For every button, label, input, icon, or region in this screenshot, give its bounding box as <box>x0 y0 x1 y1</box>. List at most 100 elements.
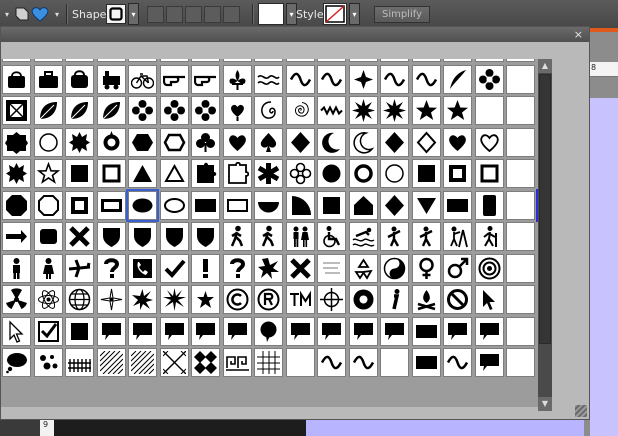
shape-cell[interactable] <box>474 285 504 314</box>
shape-cell[interactable] <box>128 253 157 283</box>
shape-cell[interactable] <box>254 64 283 94</box>
add-mode-icon[interactable] <box>166 5 183 23</box>
shape-cell[interactable] <box>159 127 189 157</box>
chevron-down-icon[interactable]: ▾ <box>2 4 12 24</box>
shape-cell[interactable] <box>506 159 535 188</box>
shape-cell[interactable] <box>33 127 63 157</box>
shape-cell[interactable] <box>285 59 315 62</box>
shape-cell[interactable] <box>159 64 189 94</box>
shape-dropdown-button[interactable]: ▾ <box>128 3 139 25</box>
shape-cell[interactable] <box>380 253 409 283</box>
shape-cell[interactable] <box>33 64 63 94</box>
shape-cell[interactable] <box>348 348 378 377</box>
shape-cell[interactable] <box>285 348 315 377</box>
shape-cell[interactable] <box>222 59 252 62</box>
shape-cell[interactable] <box>317 253 346 283</box>
shape-cell[interactable] <box>285 253 315 283</box>
shape-cell[interactable] <box>33 190 63 220</box>
shape-cell[interactable] <box>65 159 94 188</box>
shape-cell[interactable] <box>222 348 252 377</box>
shape-cell[interactable] <box>317 64 346 94</box>
shape-cell[interactable] <box>506 127 535 157</box>
tool-dropdown[interactable]: ▾ <box>52 0 62 28</box>
shape-cell[interactable] <box>128 64 157 94</box>
shape-cell[interactable] <box>348 316 378 346</box>
shape-preview[interactable] <box>106 4 126 24</box>
shape-cell[interactable] <box>96 253 126 283</box>
shape-cell[interactable] <box>254 127 283 157</box>
shape-cell[interactable] <box>65 253 94 283</box>
shape-cell[interactable] <box>222 96 252 125</box>
shape-cell[interactable] <box>222 127 252 157</box>
shape-cell[interactable] <box>254 59 283 62</box>
shape-cell[interactable] <box>380 348 409 377</box>
shape-cell[interactable] <box>443 96 472 125</box>
shape-cell[interactable] <box>128 96 157 125</box>
shape-cell[interactable] <box>411 253 441 283</box>
style-preview[interactable] <box>323 3 347 25</box>
shape-cell[interactable] <box>317 316 346 346</box>
shape-cell[interactable] <box>506 222 535 251</box>
shape-cell[interactable] <box>191 127 220 157</box>
shape-cell[interactable] <box>254 316 283 346</box>
shape-cell[interactable] <box>474 348 504 377</box>
shape-cell[interactable] <box>348 285 378 314</box>
shape-cell[interactable] <box>33 96 63 125</box>
shape-cell[interactable] <box>254 253 283 283</box>
shape-cell[interactable] <box>506 96 535 125</box>
scroll-thumb[interactable] <box>539 74 551 344</box>
shape-cell[interactable] <box>443 253 472 283</box>
shape-cell[interactable] <box>380 190 409 220</box>
shape-cell[interactable] <box>33 159 63 188</box>
shape-cell[interactable] <box>33 222 63 251</box>
shape-cell[interactable] <box>191 222 220 251</box>
shape-cell[interactable] <box>222 190 252 220</box>
shape-cell[interactable] <box>96 127 126 157</box>
shape-cell[interactable] <box>411 285 441 314</box>
shape-cell[interactable] <box>128 127 157 157</box>
shape-cell[interactable] <box>159 285 189 314</box>
shape-cell[interactable] <box>474 64 504 94</box>
shape-cell[interactable] <box>159 96 189 125</box>
shape-cell[interactable] <box>285 96 315 125</box>
shape-cell[interactable] <box>2 285 31 314</box>
shape-cell[interactable] <box>443 348 472 377</box>
shape-cell[interactable] <box>411 59 441 62</box>
shape-cell[interactable] <box>443 222 472 251</box>
style-picker[interactable]: ▾ <box>323 0 360 28</box>
shape-cell[interactable] <box>65 285 94 314</box>
shape-cell[interactable] <box>254 190 283 220</box>
shape-tool-button[interactable] <box>14 0 30 28</box>
color-picker[interactable]: ▾ <box>258 0 297 28</box>
shape-cell[interactable] <box>317 127 346 157</box>
shape-cell[interactable] <box>2 59 31 62</box>
shape-cell[interactable] <box>348 64 378 94</box>
shape-cell[interactable] <box>191 253 220 283</box>
shape-cell[interactable] <box>348 159 378 188</box>
shape-cell[interactable] <box>128 59 157 62</box>
shape-cell[interactable] <box>348 222 378 251</box>
scroll-down-icon[interactable]: ▼ <box>538 397 552 411</box>
shape-cell[interactable] <box>254 96 283 125</box>
shape-cell[interactable] <box>254 285 283 314</box>
shape-cell[interactable] <box>317 96 346 125</box>
shape-cell[interactable] <box>474 127 504 157</box>
shape-cell[interactable] <box>506 59 535 62</box>
shape-cell[interactable] <box>159 253 189 283</box>
shape-cell[interactable] <box>506 253 535 283</box>
shape-cell[interactable] <box>254 159 283 188</box>
shape-cell[interactable] <box>474 253 504 283</box>
shape-cell[interactable] <box>348 190 378 220</box>
shape-cell[interactable] <box>65 96 94 125</box>
shape-cell[interactable] <box>65 190 94 220</box>
shape-cell[interactable] <box>65 127 94 157</box>
shape-cell[interactable] <box>126 188 159 222</box>
close-icon[interactable]: × <box>574 28 583 41</box>
shape-cell[interactable] <box>159 222 189 251</box>
shape-cell[interactable] <box>159 159 189 188</box>
shape-cell[interactable] <box>159 59 189 62</box>
shape-cell[interactable] <box>285 159 315 188</box>
shape-cell[interactable] <box>2 316 31 346</box>
shape-cell[interactable] <box>2 190 31 220</box>
shape-cell[interactable] <box>443 59 472 62</box>
